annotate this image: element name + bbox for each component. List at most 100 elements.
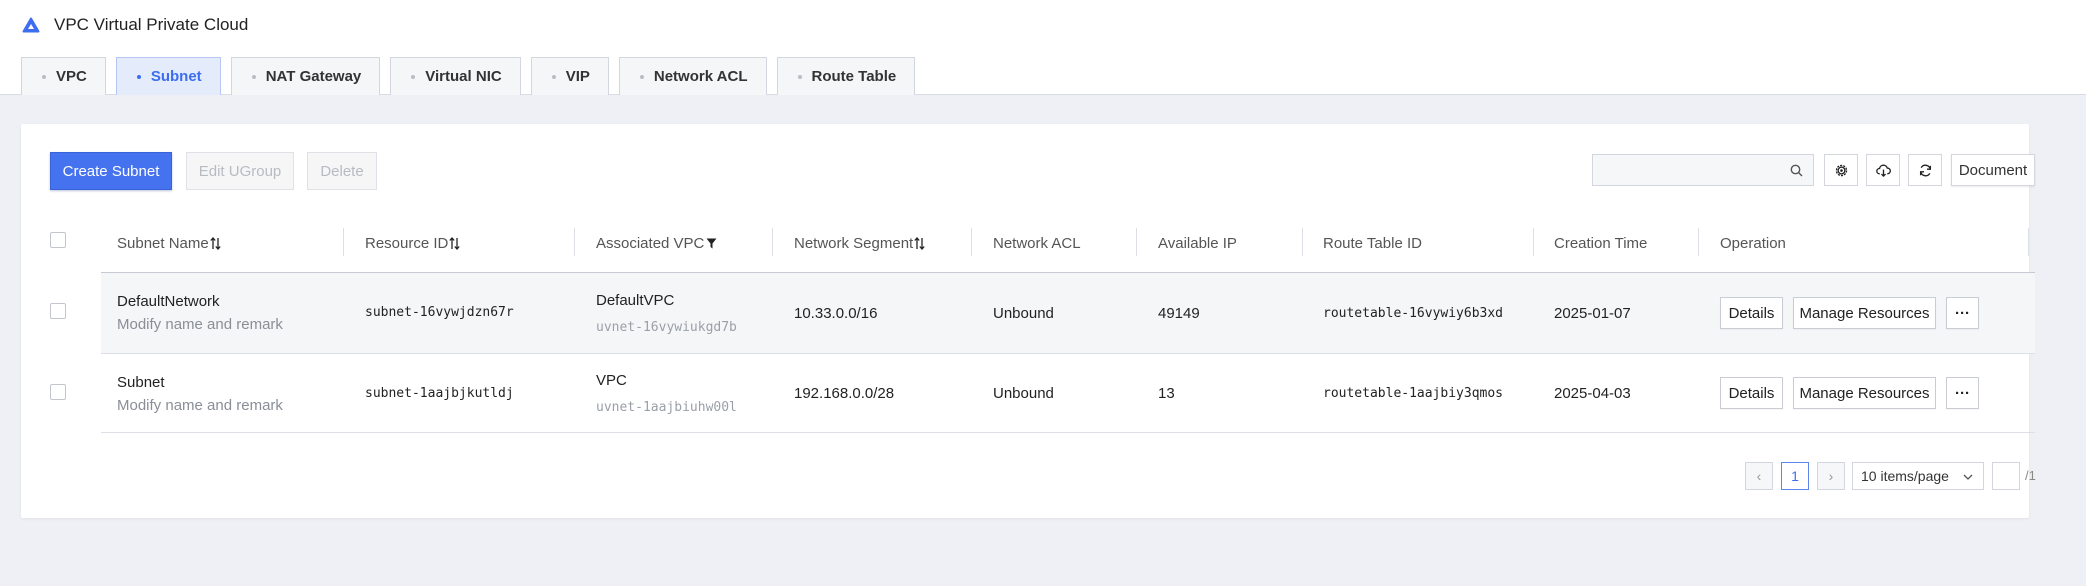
delete-button[interactable]: Delete bbox=[307, 152, 377, 190]
page-size-select[interactable]: 10 items/page bbox=[1852, 462, 1984, 490]
column-divider bbox=[772, 228, 773, 256]
tab-dot-icon bbox=[42, 74, 46, 79]
column-divider bbox=[2028, 228, 2029, 256]
tab-subnet[interactable]: Subnet bbox=[115, 57, 221, 95]
column-label: Creation Time bbox=[1554, 234, 1648, 252]
modify-name-link[interactable]: Modify name and remark bbox=[117, 397, 283, 414]
tab-label: NAT Gateway bbox=[265, 68, 362, 85]
tab-route-table[interactable]: Route Table bbox=[776, 57, 916, 95]
settings-icon bbox=[1835, 164, 1847, 176]
prev-page-button[interactable]: ‹ bbox=[1745, 462, 1773, 490]
tab-dot-icon bbox=[136, 74, 141, 79]
edit-ugroup-button[interactable]: Edit UGroup bbox=[186, 152, 294, 190]
subnet-name[interactable]: Subnet bbox=[117, 374, 165, 391]
tab-label: Subnet bbox=[150, 68, 202, 85]
top-bar: VPC Virtual Private Cloud VPC Subnet NAT… bbox=[0, 0, 2086, 95]
document-button[interactable]: Document bbox=[1951, 154, 2035, 186]
row-divider bbox=[101, 353, 2035, 354]
select-all-checkbox[interactable] bbox=[50, 232, 66, 248]
column-label: Network Segment bbox=[794, 234, 914, 252]
column-label: Associated VPC bbox=[596, 234, 705, 252]
subnet-name[interactable]: DefaultNetwork bbox=[117, 293, 220, 310]
network-acl: Unbound bbox=[993, 385, 1054, 402]
refresh-icon bbox=[1919, 164, 1931, 176]
route-table-id[interactable]: routetable-16vywiy6b3xd bbox=[1323, 306, 1503, 321]
tab-dot-icon bbox=[639, 74, 644, 79]
sort-icon[interactable] bbox=[449, 236, 461, 250]
page-total: /1 bbox=[2025, 468, 2036, 483]
modify-name-link[interactable]: Modify name and remark bbox=[117, 316, 283, 333]
page-size-value: 10 items/page bbox=[1861, 468, 1949, 484]
sort-icon[interactable] bbox=[914, 236, 925, 250]
tab-dot-icon bbox=[251, 74, 256, 79]
creation-time: 2025-01-07 bbox=[1554, 305, 1631, 322]
cloud-logo-icon bbox=[22, 17, 40, 33]
tab-label: Virtual NIC bbox=[425, 68, 502, 85]
tab-bar: VPC Subnet NAT Gateway Virtual NIC VIP N… bbox=[21, 57, 925, 95]
tab-network-acl[interactable]: Network ACL bbox=[618, 57, 767, 95]
tab-label: VPC bbox=[56, 68, 87, 85]
column-header-available-ip: Available IP bbox=[1158, 229, 1237, 257]
next-page-button[interactable]: › bbox=[1817, 462, 1845, 490]
column-label: Route Table ID bbox=[1323, 234, 1422, 252]
page-1-button[interactable]: 1 bbox=[1781, 462, 1809, 490]
tab-label: Network ACL bbox=[653, 68, 748, 85]
refresh-button[interactable] bbox=[1908, 154, 1942, 186]
tab-dot-icon bbox=[797, 74, 802, 79]
page-jump-input[interactable] bbox=[1992, 462, 2020, 490]
download-cloud-icon bbox=[1875, 164, 1891, 177]
search-input[interactable] bbox=[1592, 154, 1814, 186]
column-divider bbox=[1698, 228, 1699, 256]
network-segment: 10.33.0.0/16 bbox=[794, 305, 878, 322]
column-divider bbox=[1136, 228, 1137, 256]
column-label: Available IP bbox=[1158, 234, 1237, 252]
download-button[interactable] bbox=[1866, 154, 1900, 186]
tab-dot-icon bbox=[551, 74, 556, 79]
column-divider bbox=[574, 228, 575, 256]
column-label: Resource ID bbox=[365, 234, 449, 252]
search-icon[interactable] bbox=[1790, 164, 1803, 177]
chevron-down-icon bbox=[1963, 474, 1973, 480]
settings-button[interactable] bbox=[1824, 154, 1858, 186]
tab-dot-icon bbox=[411, 74, 416, 79]
more-actions-button[interactable]: ··· bbox=[1946, 297, 1979, 329]
resource-id: subnet-1aajbjkutldj bbox=[365, 386, 514, 401]
column-header-route-table-id: Route Table ID bbox=[1323, 229, 1422, 257]
search-field[interactable] bbox=[1593, 155, 1783, 185]
column-divider bbox=[1302, 228, 1303, 256]
creation-time: 2025-04-03 bbox=[1554, 385, 1631, 402]
row-checkbox[interactable] bbox=[50, 303, 66, 319]
tab-vpc[interactable]: VPC bbox=[21, 57, 106, 95]
row-divider bbox=[101, 432, 2035, 433]
column-header-subnet-name[interactable]: Subnet Name bbox=[117, 229, 221, 257]
sort-icon[interactable] bbox=[210, 236, 221, 250]
available-ip: 13 bbox=[1158, 385, 1175, 402]
column-label: Operation bbox=[1720, 234, 1786, 252]
route-table-id[interactable]: routetable-1aajbiy3qmos bbox=[1323, 386, 1503, 401]
column-header-network-acl: Network ACL bbox=[993, 229, 1081, 257]
filter-icon[interactable] bbox=[706, 238, 717, 249]
page-title: VPC Virtual Private Cloud bbox=[54, 15, 249, 34]
details-button[interactable]: Details bbox=[1720, 297, 1783, 329]
details-button[interactable]: Details bbox=[1720, 377, 1783, 409]
tab-nat-gateway[interactable]: NAT Gateway bbox=[230, 57, 381, 95]
column-divider bbox=[971, 228, 972, 256]
column-header-creation-time: Creation Time bbox=[1554, 229, 1647, 257]
row-checkbox[interactable] bbox=[50, 384, 66, 400]
tab-virtual-nic[interactable]: Virtual NIC bbox=[390, 57, 521, 95]
column-header-resource-id[interactable]: Resource ID bbox=[365, 229, 461, 257]
manage-resources-button[interactable]: Manage Resources bbox=[1793, 377, 1936, 409]
vpc-id: uvnet-16vywiukgd7b bbox=[596, 320, 737, 335]
vpc-id: uvnet-1aajbiuhw00l bbox=[596, 400, 737, 415]
column-divider bbox=[343, 228, 344, 256]
vpc-name[interactable]: DefaultVPC bbox=[596, 292, 674, 309]
available-ip: 49149 bbox=[1158, 305, 1200, 322]
manage-resources-button[interactable]: Manage Resources bbox=[1793, 297, 1936, 329]
tab-vip[interactable]: VIP bbox=[530, 57, 609, 95]
vpc-name[interactable]: VPC bbox=[596, 372, 627, 389]
column-header-network-segment[interactable]: Network Segment bbox=[794, 229, 925, 257]
more-actions-button[interactable]: ··· bbox=[1946, 377, 1979, 409]
column-header-associated-vpc[interactable]: Associated VPC bbox=[596, 229, 717, 257]
create-subnet-button[interactable]: Create Subnet bbox=[50, 152, 172, 190]
resource-id: subnet-16vywjdzn67r bbox=[365, 305, 514, 320]
